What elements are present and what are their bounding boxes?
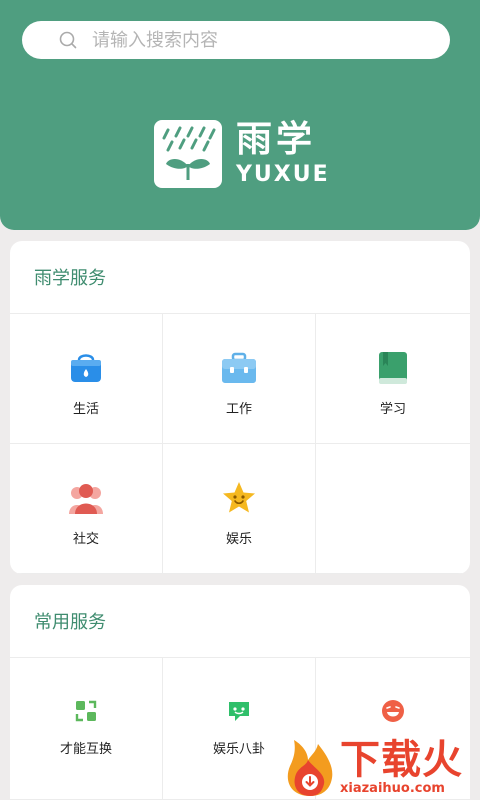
watermark-cn: 下载火 [340, 737, 463, 783]
service-life[interactable]: 生活 [10, 314, 163, 444]
brand-name-en: YUXUE [236, 162, 330, 187]
services-card: 雨学服务 生活 工作 学习 社交 娱乐 [10, 241, 470, 574]
shopping-bag-icon [68, 350, 104, 386]
flame-logo-icon [287, 740, 333, 796]
service-study[interactable]: 学习 [316, 314, 470, 444]
services-grid: 生活 工作 学习 社交 娱乐 [10, 314, 470, 574]
star-face-icon [221, 480, 257, 516]
watermark: 下载火 xiazaihuo.com [282, 736, 480, 800]
common-service-skill-swap[interactable]: 才能互换 [10, 658, 163, 800]
empty-cell [316, 444, 470, 574]
service-social[interactable]: 社交 [10, 444, 163, 574]
watermark-en: xiazaihuo.com [340, 781, 445, 796]
service-entertainment[interactable]: 娱乐 [163, 444, 316, 574]
book-icon [375, 350, 411, 386]
people-icon [68, 480, 104, 516]
search-icon [59, 31, 77, 49]
common-service-label: 才能互换 [59, 742, 112, 757]
service-label: 生活 [72, 402, 99, 417]
briefcase-icon [221, 350, 257, 386]
common-service-label: 娱乐八卦 [212, 742, 265, 757]
rain-sprout-logo-icon [154, 120, 222, 188]
service-label: 社交 [72, 532, 99, 547]
services-title: 雨学服务 [10, 241, 470, 314]
service-label: 学习 [379, 402, 406, 417]
chat-icon [226, 698, 252, 724]
service-work[interactable]: 工作 [163, 314, 316, 444]
search-input[interactable] [92, 29, 412, 51]
common-services-title: 常用服务 [10, 585, 470, 658]
swap-icon [73, 698, 99, 724]
search-bar[interactable] [22, 21, 450, 59]
service-label: 工作 [225, 402, 252, 417]
service-label: 娱乐 [225, 532, 252, 547]
brand-name-cn: 雨学 [236, 119, 317, 160]
brand-logo: 雨学 YUXUE [154, 120, 330, 188]
laugh-face-icon [380, 698, 406, 724]
header: 雨学 YUXUE [0, 0, 480, 230]
